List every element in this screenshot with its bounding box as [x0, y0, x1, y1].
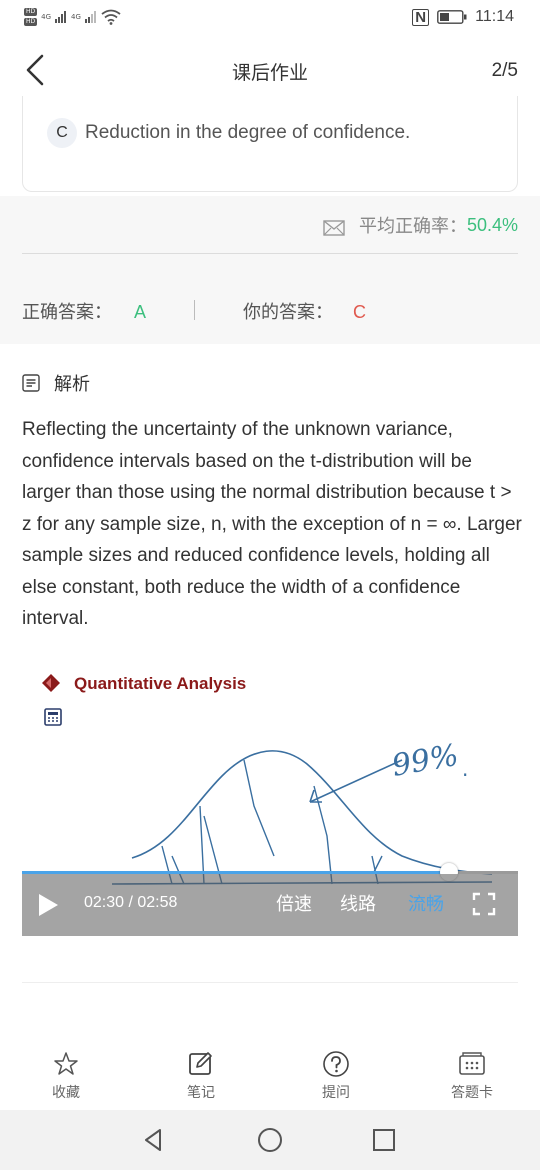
answer-card-label: 答题卡 [451, 1085, 493, 1101]
analysis-text: Reflecting the uncertainty of the unknow… [22, 419, 522, 629]
slide-annotation: 99% [389, 738, 461, 784]
nav-recent-apps-icon[interactable] [370, 1126, 398, 1154]
video-time: 02:30 / 02:58 [84, 894, 178, 911]
favorite-label: 收藏 [52, 1085, 80, 1101]
signal-2-label: 4G [71, 13, 81, 21]
signal-1-label: 4G [41, 13, 52, 21]
quantitative-logo-icon [42, 674, 60, 692]
document-icon [22, 374, 40, 392]
section-divider [22, 982, 518, 983]
ask-button[interactable]: 提问 [296, 1050, 376, 1102]
slide-title: Quantitative Analysis [74, 674, 247, 693]
hd-badge-2: HD [24, 18, 38, 26]
route-button[interactable]: 线路 [340, 890, 376, 916]
status-left: HD HD 4G 4G [24, 8, 121, 26]
correct-answer-label: 正确答案： [22, 302, 112, 323]
answer-option-card[interactable]: C Reduction in the degree of confidence. [22, 96, 518, 192]
system-nav-bar [0, 1110, 540, 1170]
quality-button[interactable]: 流畅 [408, 890, 444, 916]
question-counter: 2/5 [491, 60, 518, 81]
correct-answer: 正确答案： A [22, 298, 146, 324]
ask-label: 提问 [322, 1085, 350, 1101]
accuracy-value: 50.4% [466, 214, 518, 235]
fullscreen-icon[interactable] [472, 892, 496, 916]
divider [22, 253, 518, 254]
star-icon [54, 1052, 78, 1075]
speed-button[interactable]: 倍速 [276, 890, 312, 916]
play-icon[interactable] [36, 892, 60, 918]
analysis-header: 解析 [22, 370, 90, 396]
video-controls: 02:30 / 02:58 倍速 线路 流畅 [22, 874, 518, 936]
status-right: N 11:14 [412, 8, 514, 26]
question-icon [323, 1051, 349, 1077]
bottom-toolbar: 收藏 笔记 提问 答题卡 [0, 1040, 540, 1110]
answer-card-button[interactable]: 答题卡 [432, 1050, 512, 1102]
wifi-icon [101, 9, 121, 25]
answer-card-icon [459, 1052, 485, 1075]
your-answer-value: C [353, 302, 366, 322]
nav-back-icon[interactable] [140, 1126, 168, 1154]
nfc-icon: N [412, 8, 430, 26]
video-player[interactable]: 99% . Quantitative Analysis 02:30 / 02:5… [22, 656, 518, 936]
signal-icon-2 [84, 11, 96, 23]
status-bar: HD HD 4G 4G N 11:14 [0, 0, 540, 36]
clock: 11:14 [475, 8, 514, 25]
envelope-icon [323, 220, 345, 236]
option-text: Reduction in the degree of confidence. [85, 122, 411, 143]
your-answer: 你的答案： C [243, 298, 366, 324]
nav-home-icon[interactable] [256, 1126, 284, 1154]
your-answer-label: 你的答案： [243, 302, 333, 323]
answers-separator [194, 300, 195, 320]
correct-answer-value: A [134, 302, 147, 322]
hd-badges: HD HD [24, 8, 38, 26]
battery-icon [437, 10, 467, 24]
analysis-title: 解析 [54, 374, 90, 395]
accuracy-label: 平均正确率： [358, 216, 467, 237]
note-label: 笔记 [187, 1085, 215, 1101]
calculator-icon [44, 708, 62, 726]
option-letter: C [47, 118, 77, 148]
accuracy-row: 平均正确率： 50.4% [0, 196, 540, 256]
favorite-button[interactable]: 收藏 [26, 1050, 106, 1102]
edit-note-icon [189, 1052, 212, 1075]
signal-icon [55, 11, 67, 23]
note-button[interactable]: 笔记 [161, 1050, 241, 1102]
annotation-dot: . [462, 757, 468, 781]
accuracy-group: 平均正确率： 50.4% [323, 212, 518, 238]
header: 课后作业 2/5 [0, 36, 540, 104]
page-title: 课后作业 [231, 62, 308, 84]
hd-badge-1: HD [24, 8, 38, 16]
answers-row: 正确答案： A 你的答案： C [0, 256, 540, 344]
